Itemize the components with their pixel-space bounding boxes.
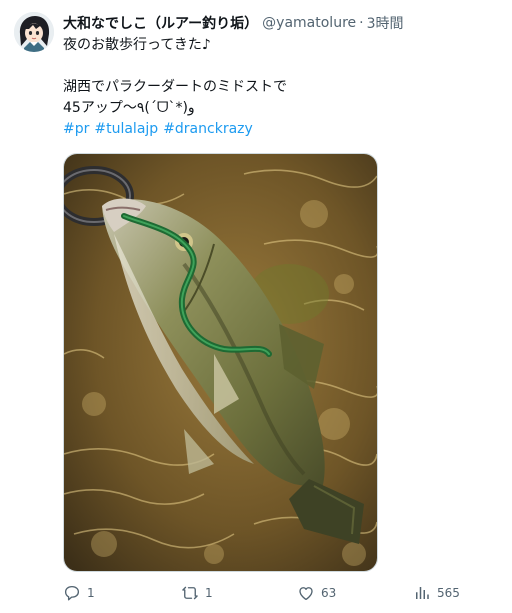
hashtag-row: #pr #tulalajp #dranckrazy	[63, 119, 493, 140]
retweet-count: 1	[205, 586, 213, 600]
display-name[interactable]: 大和なでしこ（ルアー釣り垢）	[63, 13, 258, 33]
tweet-text: 夜のお散歩行ってきた♪ 湖西でパラクーダートのミドストで 45アップ〜٩(ˊᗜˋ…	[63, 35, 493, 140]
tweet-action-bar: 1 1 63 565	[63, 582, 483, 604]
hashtag-link[interactable]: #pr	[63, 121, 89, 137]
analytics-bars-icon	[416, 587, 429, 599]
reply-icon	[64, 585, 80, 601]
reply-count: 1	[87, 586, 95, 600]
avatar[interactable]	[14, 12, 54, 52]
tweet-header: 大和なでしこ（ルアー釣り垢） @yamatolure · 3時間	[63, 13, 404, 33]
heart-icon	[299, 587, 313, 601]
views-button[interactable]: 565	[413, 582, 460, 604]
tweet-text-line: 45アップ〜٩(ˊᗜˋ*)و	[63, 100, 195, 116]
tweet-text-line: 湖西でパラクーダートのミドストで	[63, 79, 287, 95]
tweet-text-line: 夜のお散歩行ってきた♪	[63, 37, 211, 53]
bass-photo-illustration	[64, 154, 377, 571]
hashtag-link[interactable]: #tulalajp	[94, 121, 158, 137]
hashtag-link[interactable]: #dranckrazy	[163, 121, 253, 137]
retweet-button[interactable]: 1	[181, 582, 213, 604]
tweet-photo[interactable]	[63, 153, 378, 572]
tweet-card: 大和なでしこ（ルアー釣り垢） @yamatolure · 3時間 夜のお散歩行っ…	[0, 0, 512, 613]
user-handle[interactable]: @yamatolure	[262, 15, 356, 31]
like-count: 63	[321, 586, 337, 600]
retweet-icon	[182, 586, 198, 600]
reply-button[interactable]: 1	[63, 582, 95, 604]
timestamp[interactable]: 3時間	[367, 13, 404, 33]
view-count: 565	[437, 586, 460, 600]
like-button[interactable]: 63	[297, 582, 336, 604]
separator-dot: ·	[359, 15, 364, 31]
